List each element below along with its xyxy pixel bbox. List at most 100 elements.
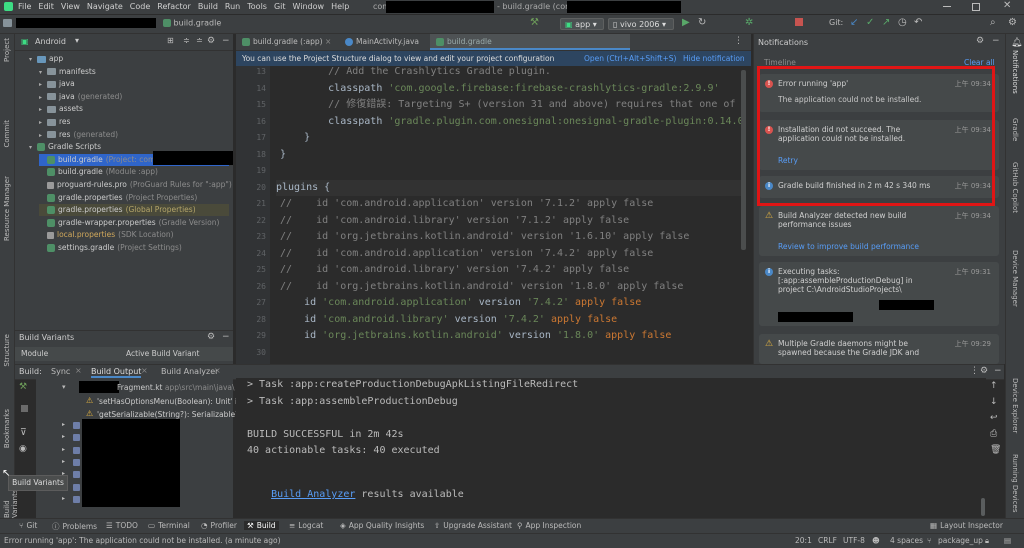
- menu-item-code[interactable]: Code: [130, 2, 150, 11]
- build-analyzer-link[interactable]: Build Analyzer: [271, 489, 355, 500]
- hide-notification-link[interactable]: Hide notification: [683, 54, 745, 63]
- collapse-all-icon[interactable]: ⊞: [167, 36, 174, 45]
- chevron-down-icon[interactable]: ▾: [29, 54, 37, 66]
- right-tool-running-devices[interactable]: Running Devices: [1011, 454, 1019, 513]
- left-tool-resource-manager[interactable]: Resource Manager: [3, 176, 11, 241]
- gear-icon[interactable]: ⚙: [207, 332, 215, 342]
- git-push-icon[interactable]: ↗: [882, 17, 890, 28]
- right-tool-github-copilot[interactable]: GitHub Copilot: [1011, 162, 1019, 213]
- device-select[interactable]: ▯ vivo 2006 ▾: [608, 18, 674, 30]
- more-options-icon[interactable]: ⋮: [970, 366, 979, 376]
- caret-position[interactable]: 20:1: [795, 536, 812, 545]
- trash-icon[interactable]: 🗑︎: [990, 445, 1001, 455]
- project-tree-item[interactable]: ▸ res: [39, 116, 73, 128]
- memory-icon[interactable]: ▤: [1004, 536, 1011, 545]
- project-tree-item[interactable]: gradle.properties (Global Properties): [39, 204, 229, 217]
- lock-icon[interactable]: 🔒︎: [985, 536, 989, 546]
- bottom-tool-build[interactable]: ⚒ Build: [244, 521, 279, 530]
- project-tree-item[interactable]: proguard-rules.pro (ProGuard Rules for ":…: [39, 179, 232, 191]
- history-icon[interactable]: ◷: [898, 17, 907, 28]
- project-tree-item[interactable]: ▾ app: [29, 53, 66, 65]
- code-line[interactable]: }: [280, 147, 286, 163]
- hide-panel-icon[interactable]: −: [222, 332, 230, 342]
- project-tree-item[interactable]: build.gradle (Module :app): [39, 166, 158, 178]
- rollback-icon[interactable]: ↶: [914, 17, 922, 28]
- notifications-bell-icon[interactable]: 🔔︎: [1011, 38, 1022, 48]
- code-line[interactable]: classpath 'gradle.plugin.com.onesignal:o…: [280, 114, 746, 130]
- open-project-structure-link[interactable]: Open (Ctrl+Alt+Shift+S): [584, 54, 676, 63]
- bottom-tool-profiler[interactable]: ◔ Profiler: [201, 521, 237, 530]
- chevron-down-icon[interactable]: ▾: [75, 36, 79, 45]
- bottom-tool-git[interactable]: ⑂ Git: [19, 521, 37, 530]
- hammer-icon[interactable]: ⚒: [19, 382, 27, 392]
- apply-changes-icon[interactable]: ↻: [698, 17, 706, 28]
- run-config-select[interactable]: ▣ app ▾: [560, 18, 604, 30]
- hide-panel-icon[interactable]: −: [992, 36, 1000, 46]
- chevron-right-icon[interactable]: ▸: [62, 433, 65, 440]
- project-tree-item[interactable]: ▸ java (generated): [39, 91, 122, 103]
- build-warning-1[interactable]: 'setHasOptionsMenu(Boolean): Unit' i: [97, 397, 237, 406]
- stop-icon[interactable]: [795, 18, 803, 26]
- chevron-right-icon[interactable]: ▸: [62, 446, 65, 453]
- build-warning-2[interactable]: 'getSerializable(String?): Serializable?: [97, 410, 239, 419]
- bottom-tool-problems[interactable]: ⓘ Problems: [52, 521, 97, 532]
- scroll-down-icon[interactable]: ↓: [990, 397, 998, 407]
- menu-item-run[interactable]: Run: [225, 2, 240, 11]
- build-tab-build-analyzer[interactable]: Build Analyzer: [161, 367, 218, 376]
- close-tab-icon[interactable]: ×: [214, 366, 221, 375]
- code-line[interactable]: // id 'com.android.application' version …: [280, 246, 653, 262]
- bottom-tool-todo[interactable]: ☰ TODO: [106, 521, 138, 530]
- print-icon[interactable]: ⎙: [990, 429, 997, 439]
- git-update-icon[interactable]: ↙: [850, 17, 858, 28]
- project-tree-item[interactable]: gradle.properties (Project Properties): [39, 192, 197, 204]
- chevron-right-icon[interactable]: ▸: [62, 458, 65, 465]
- copilot-icon[interactable]: ☻: [872, 536, 880, 545]
- status-message[interactable]: Error running 'app': The application cou…: [4, 536, 281, 545]
- chevron-down-icon[interactable]: ▸: [39, 130, 47, 142]
- menu-item-navigate[interactable]: Navigate: [87, 2, 123, 11]
- bottom-tool-logcat[interactable]: ≡ Logcat: [289, 521, 323, 530]
- project-view-select[interactable]: Android: [35, 37, 66, 46]
- menu-item-build[interactable]: Build: [198, 2, 218, 11]
- project-tree-item[interactable]: settings.gradle (Project Settings): [39, 242, 182, 254]
- gear-icon[interactable]: ⚙: [207, 36, 215, 46]
- code-line[interactable]: // id 'com.android.library' version '7.1…: [280, 213, 629, 229]
- chevron-down-icon[interactable]: ▸: [39, 117, 47, 129]
- code-line[interactable]: // Add the Crashlytics Gradle plugin.: [280, 66, 551, 80]
- git-commit-icon[interactable]: ✓: [866, 17, 874, 28]
- right-tool-device-explorer[interactable]: Device Explorer: [1011, 378, 1019, 433]
- close-tab-icon[interactable]: ×: [141, 366, 148, 375]
- expand-icon[interactable]: ≑: [183, 36, 190, 45]
- code-line[interactable]: id 'com.android.application' version '7.…: [280, 295, 641, 311]
- menu-item-help[interactable]: Help: [331, 2, 349, 11]
- maximize-icon[interactable]: [972, 3, 980, 11]
- menu-item-tools[interactable]: Tools: [247, 2, 267, 11]
- hide-panel-icon[interactable]: −: [222, 36, 230, 46]
- git-branch[interactable]: package_up: [938, 536, 983, 545]
- project-tree-item[interactable]: gradle-wrapper.properties (Gradle Version…: [39, 217, 219, 229]
- left-tool-commit[interactable]: Commit: [3, 120, 11, 148]
- right-tool-gradle[interactable]: Gradle: [1011, 118, 1019, 141]
- scroll-up-icon[interactable]: ↑: [990, 381, 998, 391]
- menu-item-git[interactable]: Git: [274, 2, 286, 11]
- menu-item-file[interactable]: File: [18, 2, 31, 11]
- notification-card[interactable]: ⚠ Multiple Gradle daemons might be spawne…: [759, 334, 999, 364]
- settings-icon[interactable]: ⚙: [1008, 17, 1017, 28]
- editor-scrollbar[interactable]: [741, 70, 746, 250]
- minimize-icon[interactable]: [943, 6, 951, 7]
- stop-icon[interactable]: [21, 405, 28, 412]
- right-tool-notifications[interactable]: Notifications: [1011, 50, 1019, 94]
- code-line[interactable]: // id 'org.jetbrains.kotlin.android' ver…: [280, 229, 689, 245]
- tab-build-gradle-app[interactable]: build.gradle (:app) ×: [236, 34, 338, 50]
- menu-item-window[interactable]: Window: [293, 2, 325, 11]
- menu-item-refactor[interactable]: Refactor: [157, 2, 191, 11]
- chevron-down-icon[interactable]: ▸: [39, 79, 47, 91]
- hammer-icon[interactable]: ⚒: [530, 17, 539, 28]
- collapse-icon[interactable]: ≐: [196, 36, 203, 45]
- indent-setting[interactable]: 4 spaces: [890, 536, 923, 545]
- build-tab-sync[interactable]: Sync: [51, 367, 70, 376]
- notification-card[interactable]: ⚠ Build Analyzer detected new build perfo…: [759, 206, 999, 256]
- build-tab-build-output[interactable]: Build Output: [91, 367, 142, 378]
- code-line[interactable]: // id 'com.android.library' version '7.4…: [280, 262, 629, 278]
- code-line[interactable]: plugins {: [276, 179, 746, 196]
